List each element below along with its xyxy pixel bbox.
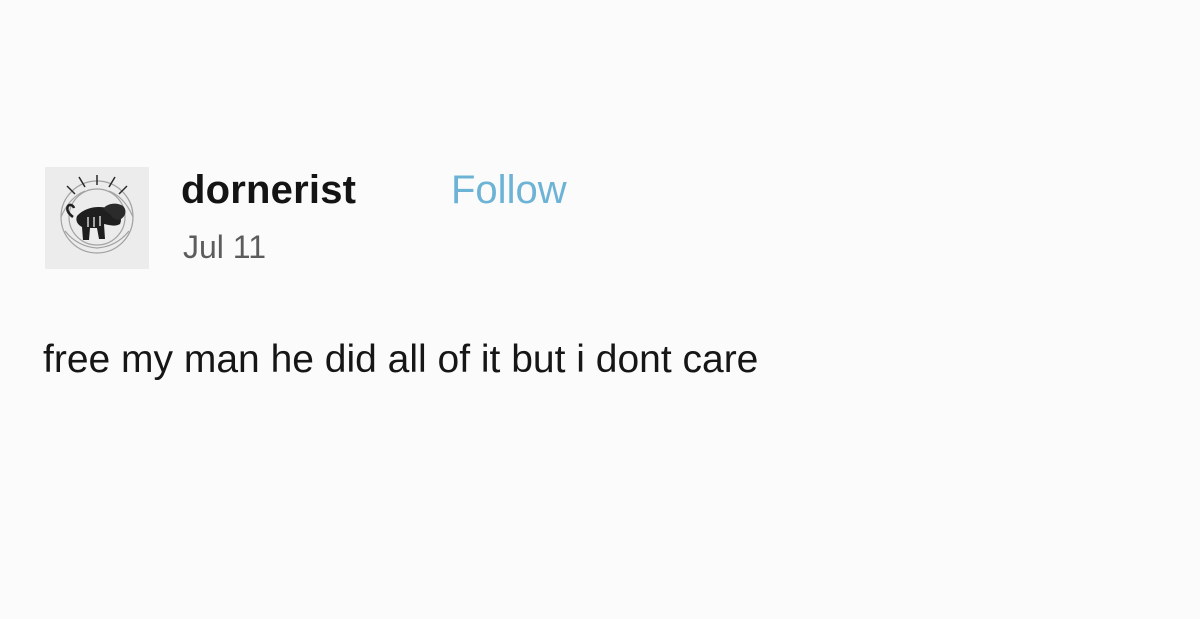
username[interactable]: dornerist [181,166,356,214]
avatar[interactable] [45,167,149,269]
post-date[interactable]: Jul 11 [183,227,266,267]
lion-sun-icon [45,167,149,269]
post-text: free my man he did all of it but i dont … [43,338,759,381]
post-card: dornerist Follow Jul 11 free my man he d… [0,0,1200,619]
follow-button[interactable]: Follow [451,166,567,214]
